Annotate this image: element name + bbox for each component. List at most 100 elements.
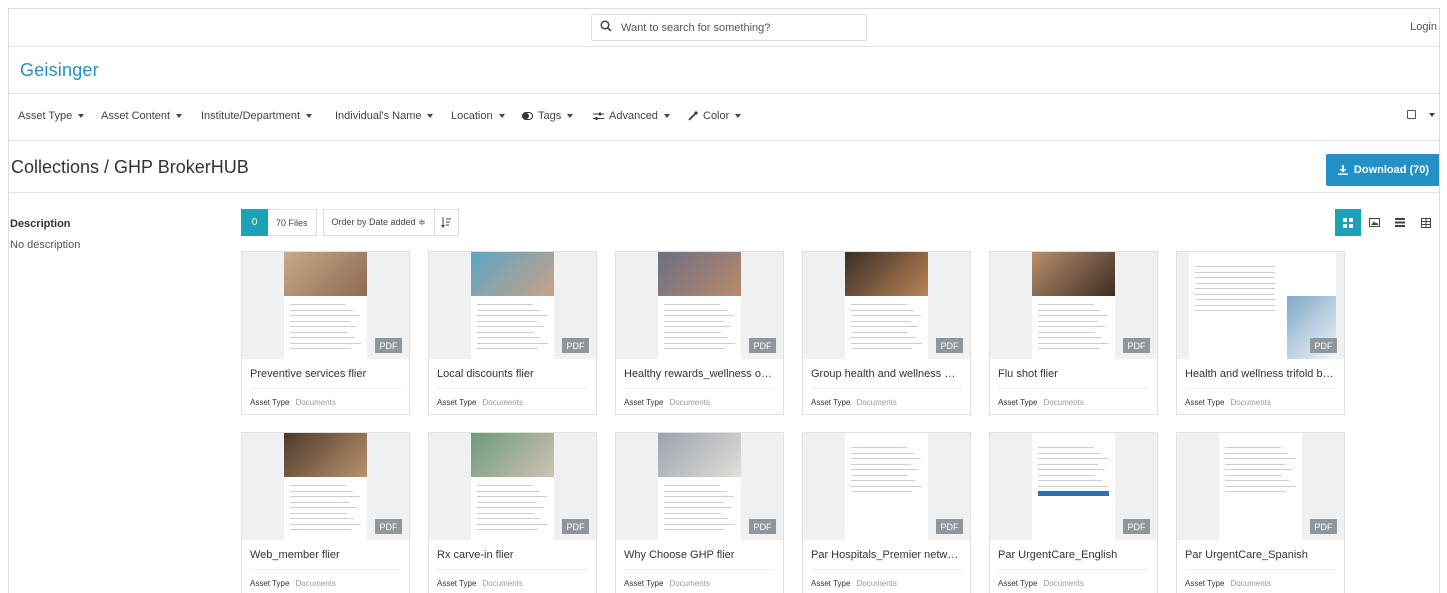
preview-text-line <box>290 485 346 486</box>
filter-asset-content[interactable]: Asset Content <box>101 110 183 122</box>
preview-photo <box>658 433 741 477</box>
asset-type-label: Asset Type <box>437 579 477 588</box>
asset-thumbnail[interactable]: PDF <box>1177 252 1344 359</box>
preview-text-line <box>664 507 731 508</box>
preview-text-line <box>290 523 361 525</box>
asset-type-value: Documents <box>295 579 336 588</box>
grid-view-button[interactable] <box>1335 209 1361 236</box>
preview-text-line <box>477 490 540 492</box>
asset-name[interactable]: Web_member flier <box>250 549 400 561</box>
search-input[interactable]: Want to search for something? <box>591 14 867 41</box>
asset-thumbnail[interactable]: PDF <box>1177 433 1344 540</box>
preview-text-line <box>664 523 735 525</box>
asset-card[interactable]: PDF Group health and wellness off... Asset… <box>802 251 971 415</box>
preview-text-line <box>477 485 533 486</box>
grid-view-icon <box>1343 217 1353 228</box>
asset-card[interactable]: PDF Flu shot flier Asset Type Documents <box>989 251 1158 415</box>
order-dropdown[interactable]: Order by Date added ≑ <box>322 209 435 236</box>
filter-asset-type[interactable]: Asset Type <box>18 110 85 122</box>
asset-thumbnail[interactable]: PDF <box>429 252 596 359</box>
list-view-button[interactable] <box>1387 209 1413 236</box>
filter-location[interactable]: Location <box>451 110 505 122</box>
filter-individuals-name[interactable]: Individual's Name <box>335 110 434 122</box>
asset-thumbnail[interactable]: PDF <box>803 252 970 359</box>
asset-thumbnail[interactable]: PDF <box>429 433 596 540</box>
asset-card[interactable]: PDF Web_member flier Asset Type Documents <box>241 432 410 593</box>
asset-card[interactable]: PDF Preventive services flier Asset Type Do… <box>241 251 410 415</box>
preview-text-line <box>477 501 537 503</box>
selected-count[interactable]: 0 <box>241 209 268 236</box>
asset-type-meta: Asset Type Documents <box>250 398 336 407</box>
asset-thumbnail[interactable]: PDF <box>242 433 409 540</box>
document-preview <box>658 433 741 540</box>
preview-text-line <box>290 529 351 530</box>
app-frame: Want to search for something? Login Geis… <box>8 8 1440 593</box>
asset-name[interactable]: Local discounts flier <box>437 368 587 380</box>
asset-name[interactable]: Healthy rewards_wellness onli... <box>624 368 774 380</box>
preview-text-line <box>851 452 914 454</box>
asset-type-label: Asset Type <box>811 398 851 407</box>
eyedropper-icon <box>688 111 698 121</box>
preview-text-line <box>1195 277 1275 278</box>
select-all-dropdown[interactable] <box>1407 110 1435 119</box>
geisinger-logo[interactable]: Geisinger <box>20 60 99 81</box>
login-link[interactable]: Login <box>1410 21 1437 33</box>
filter-institute-department[interactable]: Institute/Department <box>201 110 313 122</box>
toggle-icon <box>522 112 533 120</box>
asset-name[interactable]: Why Choose GHP flier <box>624 549 774 561</box>
preview-text-line <box>1195 271 1275 273</box>
asset-name[interactable]: Health and wellness trifold bro... <box>1185 368 1335 380</box>
asset-thumbnail[interactable]: PDF <box>990 252 1157 359</box>
asset-thumbnail[interactable]: PDF <box>616 252 783 359</box>
asset-card[interactable]: PDF Rx carve-in flier Asset Type Documents <box>428 432 597 593</box>
table-view-button[interactable] <box>1413 209 1439 236</box>
asset-type-meta: Asset Type Documents <box>624 398 710 407</box>
asset-thumbnail[interactable]: PDF <box>803 433 970 540</box>
preview-text-line <box>851 463 911 465</box>
document-preview <box>845 433 928 540</box>
asset-name[interactable]: Group health and wellness off... <box>811 368 961 380</box>
preview-text-line <box>1038 485 1109 487</box>
image-view-button[interactable] <box>1361 209 1387 236</box>
download-button[interactable]: Download (70) <box>1326 154 1439 186</box>
asset-thumbnail[interactable]: PDF <box>616 433 783 540</box>
asset-type-value: Documents <box>482 579 523 588</box>
sort-direction-button[interactable] <box>434 209 459 236</box>
asset-card[interactable]: PDF Par Hospitals_Premier networ... Asset … <box>802 432 971 593</box>
asset-type-meta: Asset Type Documents <box>437 579 523 588</box>
preview-text-line <box>1038 458 1108 459</box>
asset-thumbnail[interactable]: PDF <box>242 252 409 359</box>
asset-name[interactable]: Par Hospitals_Premier networ... <box>811 549 961 561</box>
image-view-icon <box>1368 218 1380 227</box>
asset-card[interactable]: PDF Health and wellness trifold bro... Ass… <box>1176 251 1345 415</box>
pdf-badge: PDF <box>749 519 776 534</box>
preview-text-line <box>477 309 540 311</box>
asset-name[interactable]: Preventive services flier <box>250 368 400 380</box>
preview-photo <box>471 252 554 296</box>
asset-card[interactable]: PDF Why Choose GHP flier Asset Type Documen… <box>615 432 784 593</box>
preview-text-line <box>1038 315 1108 316</box>
asset-thumbnail[interactable]: PDF <box>990 433 1157 540</box>
asset-name[interactable]: Rx carve-in flier <box>437 549 587 561</box>
filter-advanced[interactable]: Advanced <box>593 110 670 122</box>
asset-card[interactable]: PDF Par UrgentCare_English Asset Type Docum… <box>989 432 1158 593</box>
filter-tags[interactable]: Tags <box>522 110 574 122</box>
preview-text-line <box>290 507 357 508</box>
asset-type-label: Asset Type <box>1185 579 1225 588</box>
asset-card[interactable]: PDF Par UrgentCare_Spanish Asset Type Docum… <box>1176 432 1345 593</box>
preview-text-line <box>1195 304 1275 306</box>
asset-name[interactable]: Par UrgentCare_English <box>998 549 1148 561</box>
asset-card[interactable]: PDF Local discounts flier Asset Type Docume… <box>428 251 597 415</box>
asset-card[interactable]: PDF Healthy rewards_wellness onli... Asset… <box>615 251 784 415</box>
select-all-checkbox[interactable] <box>1407 110 1416 119</box>
asset-type-value: Documents <box>669 579 710 588</box>
asset-type-meta: Asset Type Documents <box>811 398 897 407</box>
top-bar: Want to search for something? Login <box>9 9 1439 47</box>
asset-type-value: Documents <box>1230 579 1271 588</box>
asset-name[interactable]: Flu shot flier <box>998 368 1148 380</box>
preview-text-line <box>477 304 533 305</box>
filter-color[interactable]: Color <box>688 110 742 122</box>
preview-text-line <box>290 512 347 514</box>
caret-down-icon <box>735 114 742 118</box>
asset-name[interactable]: Par UrgentCare_Spanish <box>1185 549 1335 561</box>
